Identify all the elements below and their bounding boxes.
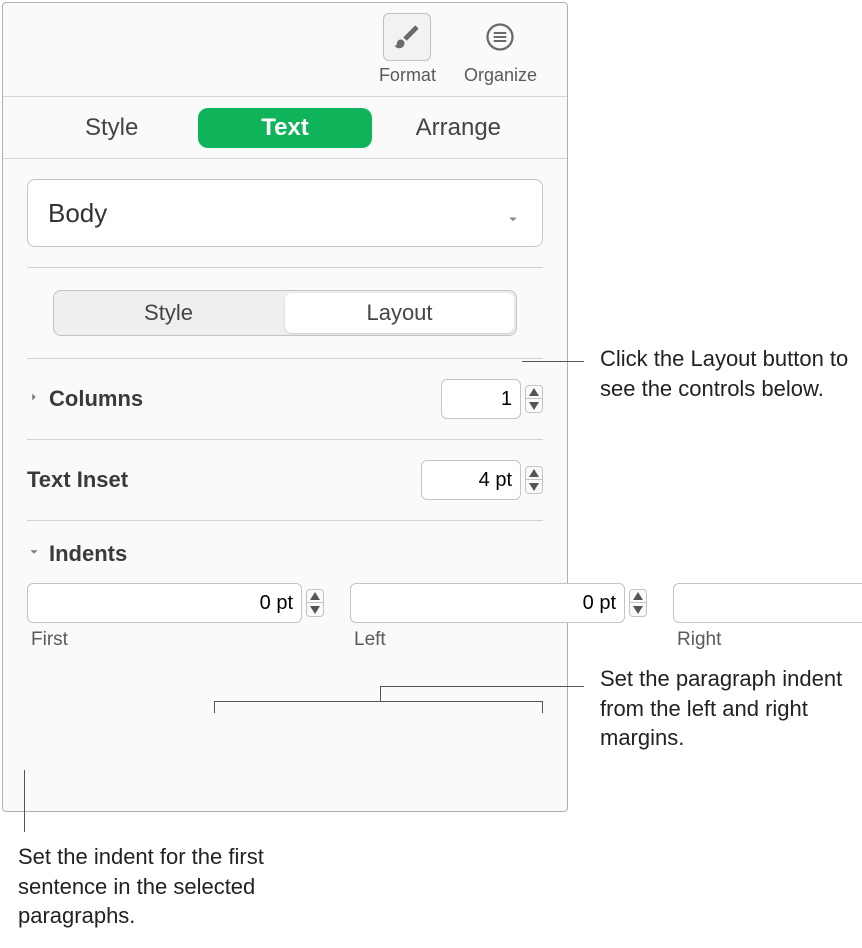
indents-header: Indents [3,521,567,571]
columns-stepper [441,379,543,419]
indent-right-label: Right [673,629,721,651]
subtab-style[interactable]: Style [54,291,283,335]
stepper-down-icon[interactable] [306,603,324,617]
stepper-down-icon[interactable] [525,399,543,413]
indents-row: First Left Right [3,571,567,657]
indent-right-input[interactable] [673,583,862,623]
indent-first-input[interactable] [27,583,302,623]
indents-label: Indents [49,541,127,567]
indent-right: Right [673,583,862,651]
callout-connector [522,361,584,362]
format-label: Format [379,65,436,86]
organize-button[interactable]: Organize [464,13,537,86]
indent-left-stepper [350,583,647,623]
indent-first: First [27,583,324,651]
stepper-up-icon[interactable] [525,466,543,480]
stepper-up-icon[interactable] [629,589,647,603]
text-inset-label: Text Inset [27,467,128,493]
callout-margins: Set the paragraph indent from the left a… [600,664,850,753]
indent-first-stepper [27,583,324,623]
indent-left: Left [350,583,647,651]
text-inset-row: Text Inset [3,440,567,520]
callout-connector [542,701,543,713]
callout-first-indent: Set the indent for the first sentence in… [18,842,328,931]
list-circle-icon [476,13,524,61]
stepper-down-icon[interactable] [525,480,543,494]
chevron-right-icon[interactable] [27,390,41,409]
tab-style[interactable]: Style [25,108,198,148]
stepper-down-icon[interactable] [629,603,647,617]
indent-first-label: First [27,629,68,651]
columns-row: Columns [3,359,567,439]
chevron-down-icon [504,204,522,222]
text-inset-input[interactable] [421,460,521,500]
text-subtabs: Style Layout [3,268,567,358]
chevron-down-icon[interactable] [27,545,41,564]
indent-left-input[interactable] [350,583,625,623]
text-inset-stepper [421,460,543,500]
columns-input[interactable] [441,379,521,419]
callout-connector [214,701,380,702]
brush-icon [383,13,431,61]
paragraph-style-value: Body [48,198,107,229]
paragraph-style-dropdown[interactable]: Body [27,179,543,247]
callout-connector [24,770,25,832]
tab-text[interactable]: Text [198,108,371,148]
stepper-up-icon[interactable] [306,589,324,603]
stepper-up-icon[interactable] [525,385,543,399]
columns-label: Columns [49,386,143,412]
format-button[interactable]: Format [379,13,436,86]
organize-label: Organize [464,65,537,86]
indent-left-label: Left [350,629,386,651]
inspector-tabs: Style Text Arrange [3,97,567,159]
indent-right-stepper [673,583,862,623]
callout-connector [380,686,381,702]
callout-connector [214,701,215,713]
callout-connector [380,686,584,687]
inspector-toolbar: Format Organize [3,3,567,97]
subtab-layout[interactable]: Layout [285,293,514,333]
format-inspector-panel: Format Organize Style Text Arrange Body … [2,2,568,812]
tab-arrange[interactable]: Arrange [372,108,545,148]
callout-layout: Click the Layout button to see the contr… [600,344,850,403]
callout-connector [380,701,542,702]
